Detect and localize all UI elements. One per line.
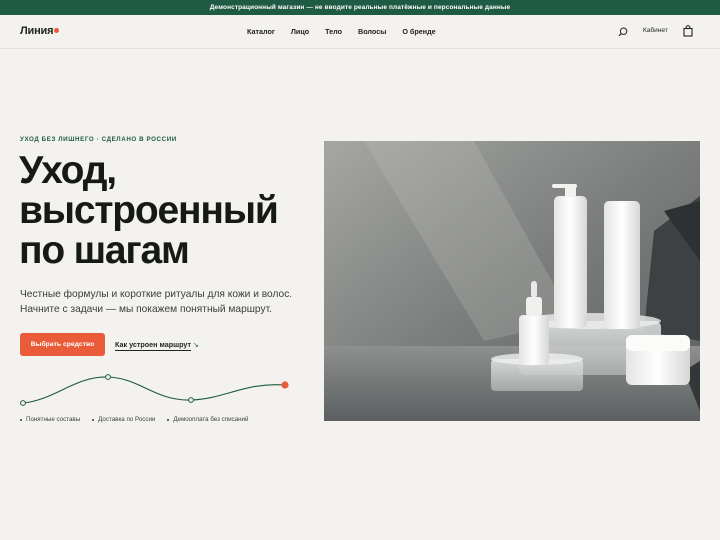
- bullet-dot: [92, 418, 95, 421]
- feature-bullet: Демооплата без списаний: [167, 416, 248, 423]
- site-header: Линия Каталог Лицо Тело Волосы О бренде …: [0, 15, 720, 49]
- hero-eyebrow: УХОД БЕЗ ЛИШНЕГО · СДЕЛАНО В РОССИИ: [20, 136, 177, 143]
- account-link[interactable]: Кабинет: [643, 27, 668, 34]
- arrow-down-right-icon: ↘: [193, 342, 199, 349]
- hero-product-photo: [324, 141, 700, 421]
- search-icon[interactable]: [618, 27, 628, 37]
- product-photo-illustration: [324, 141, 700, 421]
- hero-lead-line-2: Начните с задачи — мы покажем понятный м…: [20, 304, 272, 315]
- bullet-dot: [167, 418, 170, 421]
- nav-item-catalog[interactable]: Каталог: [247, 27, 275, 36]
- nav-item-face[interactable]: Лицо: [291, 27, 309, 36]
- feature-bullets: Понятные составы Доставка по России Демо…: [20, 416, 260, 423]
- route-info-link[interactable]: Как устроен маршрут: [115, 340, 192, 351]
- route-point-end: [281, 381, 289, 389]
- demo-banner: Демонстрационный магазин — не вводите ре…: [0, 0, 720, 15]
- feature-bullet: Доставка по России: [92, 416, 155, 423]
- feature-bullet-label: Демооплата без списаний: [173, 416, 249, 423]
- nav-item-about[interactable]: О бренде: [402, 27, 435, 36]
- main-nav: Каталог Лицо Тело Волосы О бренде: [247, 27, 452, 36]
- cart-icon[interactable]: [683, 25, 693, 37]
- nav-item-body[interactable]: Тело: [325, 27, 342, 36]
- feature-bullet: Понятные составы: [20, 416, 80, 423]
- feature-bullet-label: Понятные составы: [26, 416, 81, 423]
- choose-product-button[interactable]: Выбрать средство: [20, 333, 105, 356]
- route-point-3: [188, 397, 194, 403]
- nav-item-hair[interactable]: Волосы: [358, 27, 386, 36]
- route-line-illustration: [20, 374, 289, 406]
- route-point-2: [105, 374, 111, 380]
- hero-lead-line-1: Честные формулы и короткие ритуалы для к…: [20, 289, 293, 300]
- route-point-start: [20, 400, 26, 406]
- bullet-dot: [20, 418, 22, 421]
- logo-text: Линия: [20, 25, 54, 37]
- hero-headline: Уход, выстроенный по шагам: [19, 149, 279, 272]
- hero-lead: Честные формулы и короткие ритуалы для к…: [20, 287, 300, 317]
- logo[interactable]: Линия: [20, 25, 60, 37]
- feature-bullet-label: Доставка по России: [98, 416, 156, 423]
- logo-dot: [54, 28, 60, 33]
